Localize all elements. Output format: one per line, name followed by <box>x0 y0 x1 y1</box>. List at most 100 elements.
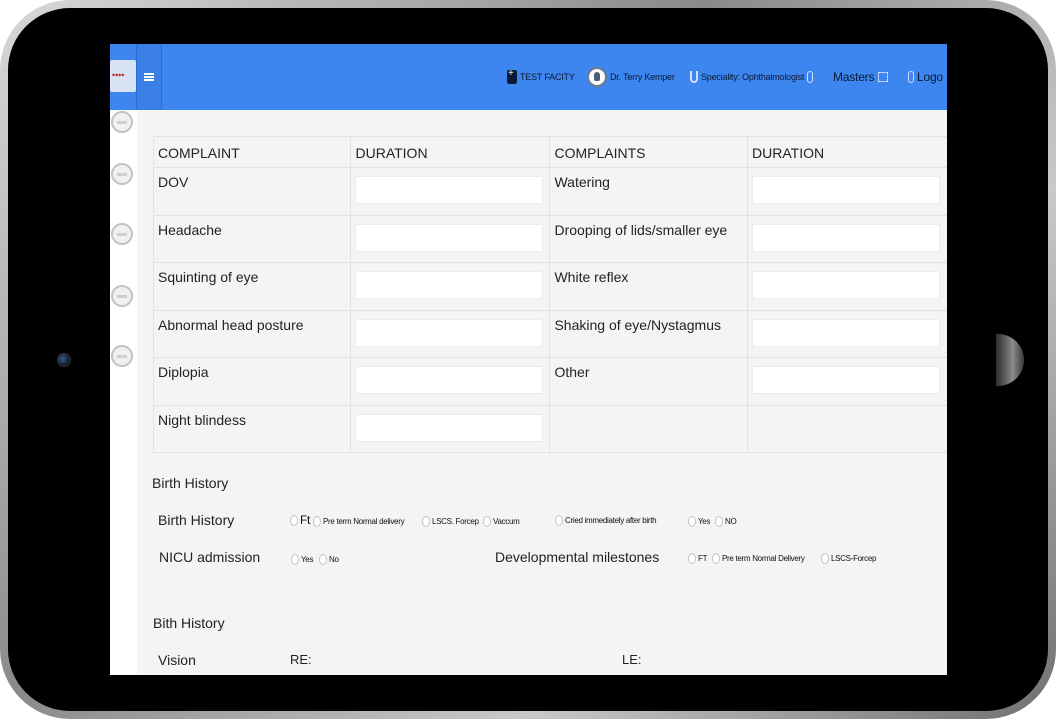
duration-input[interactable] <box>355 366 544 394</box>
logout-button[interactable]: Logo <box>908 66 943 88</box>
complaint-label: DOV <box>152 167 352 216</box>
avatar <box>587 67 607 87</box>
duration-cell <box>350 214 551 263</box>
left-eye-label: LE: <box>622 652 642 667</box>
option-label: No <box>329 555 339 564</box>
radio-option[interactable]: LSCS. Forcep <box>422 516 479 527</box>
developmental-milestones-label: Developmental milestones <box>495 549 660 565</box>
radio-icon <box>422 516 430 527</box>
duration-cell <box>747 309 947 358</box>
logout-label: Logo <box>917 70 943 84</box>
table-row: Headache Drooping of lids/smaller eye <box>152 214 947 263</box>
speciality-indicator: Speciality: Ophthalmologist <box>690 66 816 88</box>
complaint-label: Abnormal head posture <box>152 309 352 358</box>
radio-icon <box>821 553 829 564</box>
complaint-label: White reflex <box>549 262 749 311</box>
table-row: Squinting of eye White reflex <box>152 262 947 311</box>
complaint-label: Squinting of eye <box>152 262 352 311</box>
duration-input[interactable] <box>355 176 544 204</box>
duration-cell <box>747 357 947 406</box>
sidebar-item-icon[interactable] <box>111 345 133 367</box>
duration-cell <box>747 167 947 216</box>
sidebar-item-icon[interactable] <box>111 163 133 185</box>
main-content: COMPLAINT DURATION COMPLAINTS DURATION D… <box>137 110 947 675</box>
option-label: Ft <box>300 513 311 527</box>
hamburger-icon <box>144 73 154 75</box>
duration-cell <box>350 404 551 453</box>
duration-input[interactable] <box>355 271 544 299</box>
duration-cell <box>350 357 551 406</box>
table-row: Abnormal head posture Shaking of eye/Nys… <box>152 309 947 358</box>
duration-cell <box>747 214 947 263</box>
column-header: DURATION <box>350 136 551 168</box>
birth-history-label: Birth History <box>158 512 235 528</box>
column-header: COMPLAINTS <box>549 136 749 168</box>
duration-cell <box>350 309 551 358</box>
complaint-label: Other <box>549 357 749 406</box>
doctor-name: Dr. Terry Kemper <box>610 72 675 82</box>
cried-after-birth-label: Cried immediately after birth <box>555 515 657 526</box>
complaint-label: Watering <box>549 167 749 216</box>
complaint-label: Headache <box>152 214 352 263</box>
complaint-label <box>549 404 749 453</box>
duration-input[interactable] <box>752 366 941 394</box>
speciality-text: Speciality: Ophthalmologist <box>701 72 805 82</box>
option-label: Pre term Normal delivery <box>323 517 405 526</box>
complaint-label: Shaking of eye/Nystagmus <box>549 309 749 358</box>
option-label: Vaccum <box>493 517 520 526</box>
duration-input[interactable] <box>355 223 544 252</box>
sidebar <box>110 110 137 675</box>
facility-indicator[interactable]: TEST FACITY <box>507 66 575 88</box>
option-label: Cried immediately after birth <box>565 516 657 525</box>
radio-icon <box>483 516 491 527</box>
radio-option[interactable]: Yes <box>291 554 313 565</box>
masters-label: Masters <box>833 70 875 84</box>
complaint-label: Night blindess <box>152 404 352 453</box>
radio-option[interactable]: Vaccum <box>483 516 520 527</box>
nicu-admission-label: NICU admission <box>159 549 261 565</box>
masters-icon <box>807 71 814 83</box>
sidebar-item-icon[interactable] <box>111 223 133 245</box>
radio-option[interactable]: NO <box>715 516 737 527</box>
radio-option[interactable]: No <box>319 554 339 565</box>
duration-input[interactable] <box>752 318 941 347</box>
birth-history-title: Birth History <box>152 475 229 491</box>
option-label: LSCS-Forcep <box>831 554 877 563</box>
duration-cell <box>350 167 551 216</box>
masters-menu[interactable]: Masters <box>833 66 889 88</box>
duration-input[interactable] <box>752 271 941 299</box>
radio-option[interactable]: Ft <box>290 513 310 527</box>
table-row: Diplopia Other <box>152 357 947 406</box>
option-label: Yes <box>301 555 314 564</box>
duration-input[interactable] <box>752 176 941 204</box>
doctor-profile[interactable]: Dr. Terry Kemper <box>587 66 675 88</box>
menu-button[interactable] <box>136 44 162 110</box>
vision-label: Vision <box>158 652 196 668</box>
radio-option[interactable]: LSCS-Forcep <box>821 553 876 564</box>
radio-icon <box>715 516 723 527</box>
top-bar: ◆◆◆◆ TEST FACITY Dr. Terry Kemper Specia… <box>110 44 947 110</box>
option-label: LSCS. Forcep <box>432 517 479 526</box>
sidebar-item-icon[interactable] <box>111 111 133 133</box>
radio-icon <box>291 554 299 565</box>
table-header-row: COMPLAINT DURATION COMPLAINTS DURATION <box>152 136 947 168</box>
radio-icon <box>688 553 696 564</box>
radio-icon <box>290 514 298 526</box>
column-header: COMPLAINT <box>152 136 352 168</box>
radio-option[interactable]: FT <box>688 553 707 564</box>
expand-icon <box>878 72 889 82</box>
radio-option[interactable]: Pre term Normal delivery <box>313 516 405 527</box>
app-logo[interactable]: ◆◆◆◆ <box>110 60 136 92</box>
logout-icon <box>908 71 914 83</box>
duration-input[interactable] <box>752 223 941 252</box>
sidebar-item-icon[interactable] <box>111 285 133 307</box>
empty-cell <box>747 404 947 453</box>
option-label: Pre term Normal Delivery <box>722 554 805 563</box>
duration-input[interactable] <box>355 318 544 347</box>
camera-icon <box>57 353 71 367</box>
duration-input[interactable] <box>355 413 544 442</box>
radio-icon <box>712 553 720 564</box>
radio-option[interactable]: Pre term Normal Delivery <box>712 553 805 564</box>
radio-option[interactable]: Yes <box>688 516 710 527</box>
table-row: DOV Watering <box>152 167 947 216</box>
